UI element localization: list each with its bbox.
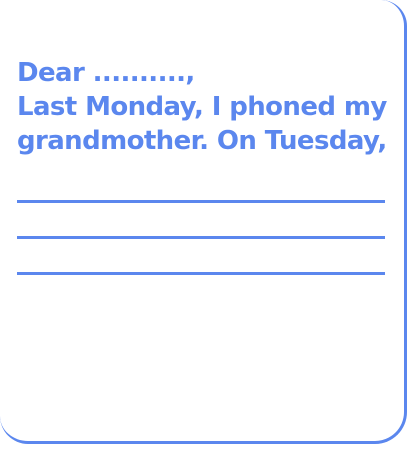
letter-line-1: Last Monday, I phoned my	[17, 92, 387, 122]
letter-text: Dear .........., Last Monday, I phoned m…	[17, 56, 397, 158]
letter-card: Dear .........., Last Monday, I phoned m…	[0, 0, 407, 444]
writing-line[interactable]	[17, 236, 385, 239]
writing-line[interactable]	[17, 200, 385, 203]
writing-lines	[17, 200, 385, 308]
letter-greeting: Dear ..........,	[17, 58, 195, 88]
letter-line-2: grandmother. On Tuesday,	[17, 126, 387, 156]
writing-line[interactable]	[17, 272, 385, 275]
